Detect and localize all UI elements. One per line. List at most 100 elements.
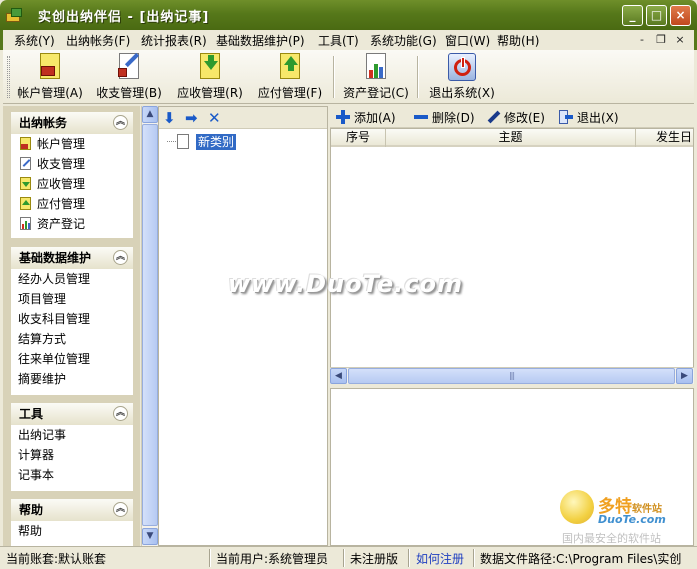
scroll-thumb[interactable] <box>142 124 158 526</box>
nav-item-subject-management[interactable]: 收支科目管理 <box>11 309 133 329</box>
nav-group-base-data-title: 基础数据维护 <box>19 251 92 265</box>
nav-item-label: 收支管理 <box>37 157 86 171</box>
nav-item-settlement-method[interactable]: 结算方式 <box>11 329 133 349</box>
add-button[interactable]: 添加(A) <box>336 109 396 126</box>
scroll-right-button[interactable]: ▶ <box>676 368 693 384</box>
scroll-thumb[interactable]: ||| <box>348 368 675 384</box>
menu-system-functions[interactable]: 系统功能(G) <box>370 32 437 49</box>
asset-chart-icon <box>361 52 391 82</box>
nav-item-handler-management[interactable]: 经办人员管理 <box>11 269 133 289</box>
menu-help[interactable]: 帮助(H) <box>497 32 539 49</box>
minimize-button[interactable]: _ <box>622 5 643 26</box>
nav-item-notepad[interactable]: 记事本 <box>11 465 133 485</box>
nav-item-asset-registration[interactable]: 资产登记 <box>11 214 133 234</box>
toolbar-exit-system-button[interactable]: 退出系统(X) <box>425 52 499 102</box>
nav-item-calculator[interactable]: 计算器 <box>11 445 133 465</box>
collapse-up-icon[interactable]: ︽ <box>113 502 128 517</box>
app-logo-icon <box>6 7 24 23</box>
mdi-close-button[interactable]: × <box>672 32 688 47</box>
nav-group-cashier-header[interactable]: 出纳帐务 ︽ <box>11 112 133 134</box>
status-edition: 未注册版 <box>350 552 399 566</box>
toolbar-receivable-label: 应收管理(R) <box>177 86 243 100</box>
close-button[interactable]: × <box>670 5 691 26</box>
maximize-button[interactable]: □ <box>646 5 667 26</box>
delete-x-icon[interactable]: ✕ <box>208 109 221 127</box>
nav-item-partner-management[interactable]: 往来单位管理 <box>11 349 133 369</box>
tree-node-label[interactable]: 新类别 <box>196 134 237 150</box>
watermark-logo-slogan: 国内最安全的软件站 <box>562 532 661 545</box>
window-title: 实创出纳伴侣 - [出纳记事] <box>38 10 210 25</box>
nav-group-cashier: 出纳帐务 ︽ 帐户管理 收支管理 应收管理 应付管理 资产登记 <box>11 112 133 238</box>
nav-item-project-management[interactable]: 项目管理 <box>11 289 133 309</box>
edit-icon <box>486 110 501 124</box>
toolbar-separator <box>333 56 335 98</box>
exit-button[interactable]: 退出(X) <box>559 109 619 126</box>
nav-group-base-data-header[interactable]: 基础数据维护 ︽ <box>11 247 133 269</box>
toolbar-receivable-button[interactable]: 应收管理(R) <box>173 52 247 102</box>
exit-button-label: 退出(X) <box>577 111 619 125</box>
notes-grid[interactable]: 序号 主题 发生日 <box>330 128 694 383</box>
nav-group-help-header[interactable]: 帮助 ︽ <box>11 499 133 521</box>
delete-button[interactable]: 删除(D) <box>414 109 475 126</box>
edit-button-label: 修改(E) <box>504 111 545 125</box>
toolbar-grip[interactable] <box>7 56 10 98</box>
receivable-icon <box>195 52 225 82</box>
delete-button-label: 删除(D) <box>432 111 475 125</box>
nav-item-cashier-notes[interactable]: 出纳记事 <box>11 425 133 445</box>
toolbar-payable-button[interactable]: 应付管理(F) <box>253 52 327 102</box>
mdi-minimize-button[interactable]: - <box>634 32 650 47</box>
mdi-restore-button[interactable]: ❐ <box>653 32 669 47</box>
toolbar-separator <box>417 56 419 98</box>
nav-item-account-management[interactable]: 帐户管理 <box>11 134 133 154</box>
menu-cashier-accounts[interactable]: 出纳帐务(F) <box>66 32 130 49</box>
nav-item-receivable[interactable]: 应收管理 <box>11 174 133 194</box>
nav-group-tools: 工具 ︽ 出纳记事 计算器 记事本 <box>11 403 133 491</box>
nav-item-label: 应付管理 <box>37 197 86 211</box>
column-header-date[interactable]: 发生日 <box>636 129 693 147</box>
collapse-up-icon[interactable]: ︽ <box>113 115 128 130</box>
title-bar[interactable]: 实创出纳伴侣 - [出纳记事] _ □ × <box>0 0 697 30</box>
document-icon <box>177 134 189 149</box>
watermark-logo-url: DuoTe.com <box>598 513 666 526</box>
collapse-up-icon[interactable]: ︽ <box>113 250 128 265</box>
income-expense-icon <box>114 52 144 82</box>
menu-window[interactable]: 窗口(W) <box>445 32 490 49</box>
collapse-up-icon[interactable]: ︽ <box>113 406 128 421</box>
tree-connector <box>167 141 176 142</box>
menu-reports[interactable]: 统计报表(R) <box>141 32 207 49</box>
toolbar-income-expense-label: 收支管理(B) <box>96 86 162 100</box>
add-icon <box>336 110 350 124</box>
payable-icon <box>275 52 305 82</box>
power-icon <box>447 52 477 82</box>
status-separator <box>343 549 345 567</box>
status-separator <box>209 549 211 567</box>
arrow-right-icon[interactable]: ➡ <box>185 109 198 127</box>
nav-group-tools-header[interactable]: 工具 ︽ <box>11 403 133 425</box>
edit-button[interactable]: 修改(E) <box>486 109 545 126</box>
column-header-subject[interactable]: 主题 <box>386 129 636 147</box>
arrow-down-icon[interactable]: ⬇ <box>163 109 176 127</box>
account-book-icon <box>35 52 65 82</box>
nav-scrollbar[interactable]: ▲ ▼ <box>141 106 158 546</box>
notes-toolbar: 添加(A) 删除(D) 修改(E) 退出(X) <box>330 106 694 128</box>
toolbar-account-management-label: 帐户管理(A) <box>17 86 83 100</box>
scroll-down-button[interactable]: ▼ <box>142 528 158 545</box>
nav-item-help[interactable]: 帮助 <box>11 521 133 541</box>
toolbar-account-management-button[interactable]: 帐户管理(A) <box>14 52 86 102</box>
menu-tools[interactable]: 工具(T) <box>318 32 359 49</box>
nav-item-payable[interactable]: 应付管理 <box>11 194 133 214</box>
toolbar-asset-registration-button[interactable]: 资产登记(C) <box>339 52 413 102</box>
nav-item-income-expense[interactable]: 收支管理 <box>11 154 133 174</box>
nav-group-tools-title: 工具 <box>19 407 44 421</box>
status-separator <box>408 549 410 567</box>
menu-system[interactable]: 系统(Y) <box>14 32 55 49</box>
register-link[interactable]: 如何注册 <box>416 550 464 567</box>
nav-item-summary-maintenance[interactable]: 摘要维护 <box>11 369 133 389</box>
toolbar-income-expense-button[interactable]: 收支管理(B) <box>92 52 166 102</box>
status-current-user: 当前用户:系统管理员 <box>216 552 329 566</box>
scroll-left-button[interactable]: ◀ <box>330 368 347 384</box>
scroll-up-button[interactable]: ▲ <box>142 106 158 123</box>
grid-horizontal-scrollbar[interactable]: ◀ ||| ▶ <box>330 367 694 384</box>
column-header-index[interactable]: 序号 <box>331 129 386 147</box>
menu-base-data[interactable]: 基础数据维护(P) <box>216 32 305 49</box>
